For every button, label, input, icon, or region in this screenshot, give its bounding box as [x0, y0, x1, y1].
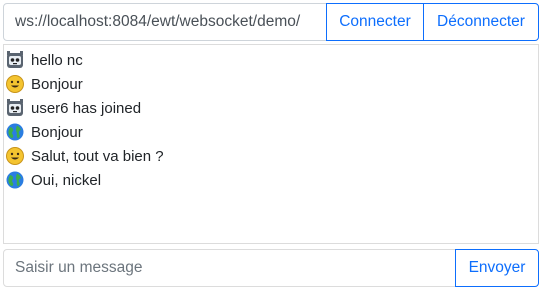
connect-button[interactable]: Connecter [326, 3, 424, 41]
send-button[interactable]: Envoyer [455, 249, 539, 287]
smiley-icon [5, 74, 25, 94]
globe-icon [5, 122, 25, 142]
message-text: user6 has joined [31, 99, 142, 117]
message-text: Salut, tout va bien ? [31, 147, 164, 165]
message-item: user6 has joined [4, 96, 538, 120]
connection-bar: Connecter Déconnecter [3, 3, 539, 41]
message-text: Oui, nickel [31, 171, 102, 189]
websocket-url-input[interactable] [3, 3, 327, 41]
robot-icon [5, 50, 25, 70]
smiley-icon [5, 146, 25, 166]
message-item: Oui, nickel [4, 168, 538, 192]
composer-bar: Envoyer [3, 249, 539, 287]
message-input[interactable] [3, 249, 456, 287]
message-text: hello nc [31, 51, 83, 69]
disconnect-button[interactable]: Déconnecter [423, 3, 539, 41]
message-item: hello nc [4, 48, 538, 72]
globe-icon [5, 170, 25, 190]
message-log[interactable]: hello nc Bonjour user6 has joined Bonjou… [3, 44, 539, 244]
message-item: Bonjour [4, 120, 538, 144]
message-item: Salut, tout va bien ? [4, 144, 538, 168]
robot-icon [5, 98, 25, 118]
message-text: Bonjour [31, 123, 83, 141]
message-text: Bonjour [31, 75, 83, 93]
message-item: Bonjour [4, 72, 538, 96]
